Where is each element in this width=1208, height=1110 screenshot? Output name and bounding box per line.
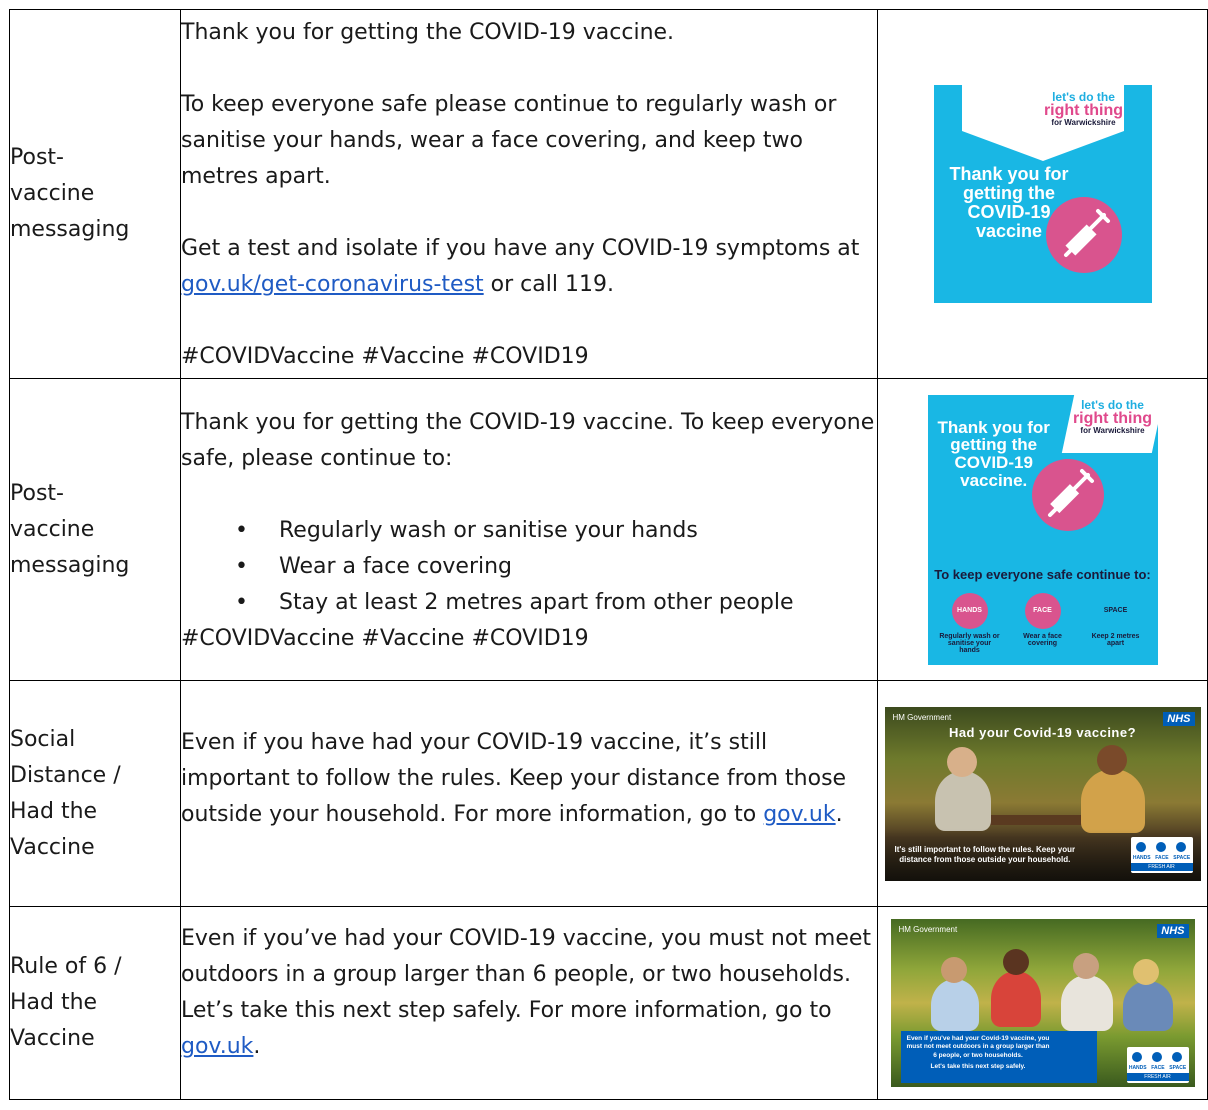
message-text: Even if you’ve had your COVID-19 vaccine…: [180, 906, 878, 1100]
hashtags: #COVIDVaccine #Vaccine #COVID19: [181, 625, 589, 651]
message-text: Thank you for getting the COVID-19 vacci…: [180, 9, 878, 379]
label-line: Vaccine: [10, 834, 95, 860]
row-label: Post- vaccine messaging: [9, 378, 181, 681]
label-line: Post-: [10, 145, 64, 170]
poster-caption: Wear a face covering: [1023, 632, 1062, 647]
message-paragraph: Thank you for getting the COVID-19 vacci…: [181, 20, 675, 45]
photo-headline: Had your Covid-19 vaccine?: [948, 724, 1137, 740]
photo-cell: HM Government NHS Had your Covid-19 vacc…: [877, 680, 1208, 907]
gov-uk-link[interactable]: gov.uk: [763, 802, 835, 827]
label-line: vaccine: [10, 181, 95, 206]
table-row: Rule of 6 / Had the Vaccine Even if you’…: [9, 906, 1208, 1100]
label-line: messaging: [10, 552, 130, 578]
table-row: Post- vaccine messaging Thank you for ge…: [9, 378, 1208, 681]
rule-of-six-photo: HM Government NHS Even if you've had you…: [890, 919, 1195, 1087]
message-text: Thank you for getting the COVID-19 vacci…: [180, 378, 878, 681]
messaging-table: Post- vaccine messaging Thank you for ge…: [9, 9, 1208, 1100]
list-item: Regularly wash or sanitise your hands: [235, 513, 877, 549]
had-vaccine-photo: HM Government NHS Had your Covid-19 vacc…: [884, 706, 1201, 881]
message-paragraph: Thank you for getting the COVID-19 vacci…: [181, 409, 875, 471]
poster-title: Thank you for getting the COVID-19 vacci…: [949, 164, 1069, 241]
poster-caption: Regularly wash or sanitise your hands: [939, 632, 1000, 655]
campaign-logo: let's do the right thing for Warwickshir…: [1072, 397, 1153, 435]
label-line: vaccine: [10, 516, 95, 542]
label-line: Rule of 6 /: [10, 954, 122, 979]
message-paragraph: Get a test and isolate if you have any C…: [181, 236, 860, 297]
hands-face-space-badge: HANDS FACE SPACE FRESH AIR: [1126, 1047, 1189, 1083]
table-row: Post- vaccine messaging Thank you for ge…: [9, 9, 1208, 379]
hashtags: #COVIDVaccine #Vaccine #COVID19: [181, 344, 589, 369]
gov-uk-link[interactable]: gov.uk: [181, 1034, 253, 1059]
photo-caption: Even if you've had your Covid-19 vaccine…: [906, 1035, 1050, 1071]
message-text: Even if you have had your COVID-19 vacci…: [180, 680, 878, 907]
poster-cell: let's do the right thing for Warwickshir…: [877, 378, 1208, 681]
bullet-list: Regularly wash or sanitise your hands We…: [181, 513, 877, 621]
hands-face-space-badge: HANDS FACE SPACE FRESH AIR: [1130, 836, 1193, 873]
label-line: Social: [10, 726, 76, 752]
photo-cell: HM Government NHS Even if you've had you…: [877, 906, 1208, 1100]
campaign-logo: let's do the right thing for Warwickshir…: [1043, 90, 1124, 127]
nhs-logo: NHS: [1157, 924, 1189, 938]
label-line: Vaccine: [10, 1026, 95, 1051]
syringe-icon: [1031, 458, 1104, 531]
poster-caption: Keep 2 metres apart: [1091, 632, 1140, 647]
thank-you-poster: let's do the right thing for Warwickshir…: [933, 85, 1152, 303]
message-paragraph: Even if you’ve had your COVID-19 vaccine…: [181, 926, 872, 1059]
label-line: Post-: [10, 480, 64, 506]
poster-cell: let's do the right thing for Warwickshir…: [877, 9, 1208, 379]
label-line: Distance /: [10, 762, 121, 788]
label-line: messaging: [10, 217, 130, 242]
poster-band: To keep everyone safe continue to:: [934, 566, 1151, 582]
hm-government-logo: HM Government: [892, 712, 952, 722]
row-label: Post- vaccine messaging: [9, 9, 181, 379]
row-label: Rule of 6 / Had the Vaccine: [9, 906, 181, 1100]
keep-safe-poster: let's do the right thing for Warwickshir…: [927, 394, 1158, 665]
row-label: Social Distance / Had the Vaccine: [9, 680, 181, 907]
nhs-logo: NHS: [1163, 711, 1195, 726]
table-row: Social Distance / Had the Vaccine Even i…: [9, 680, 1208, 907]
label-line: Had the: [10, 798, 98, 824]
message-paragraph: To keep everyone safe please continue to…: [181, 92, 837, 189]
hm-government-logo: HM Government: [898, 925, 958, 934]
message-paragraph: Even if you have had your COVID-19 vacci…: [181, 729, 847, 827]
list-item: Stay at least 2 metres apart from other …: [235, 585, 877, 621]
list-item: Wear a face covering: [235, 549, 877, 585]
test-link[interactable]: gov.uk/get-coronavirus-test: [181, 272, 484, 297]
photo-caption: It's still important to follow the rules…: [894, 844, 1076, 864]
label-line: Had the: [10, 990, 98, 1015]
